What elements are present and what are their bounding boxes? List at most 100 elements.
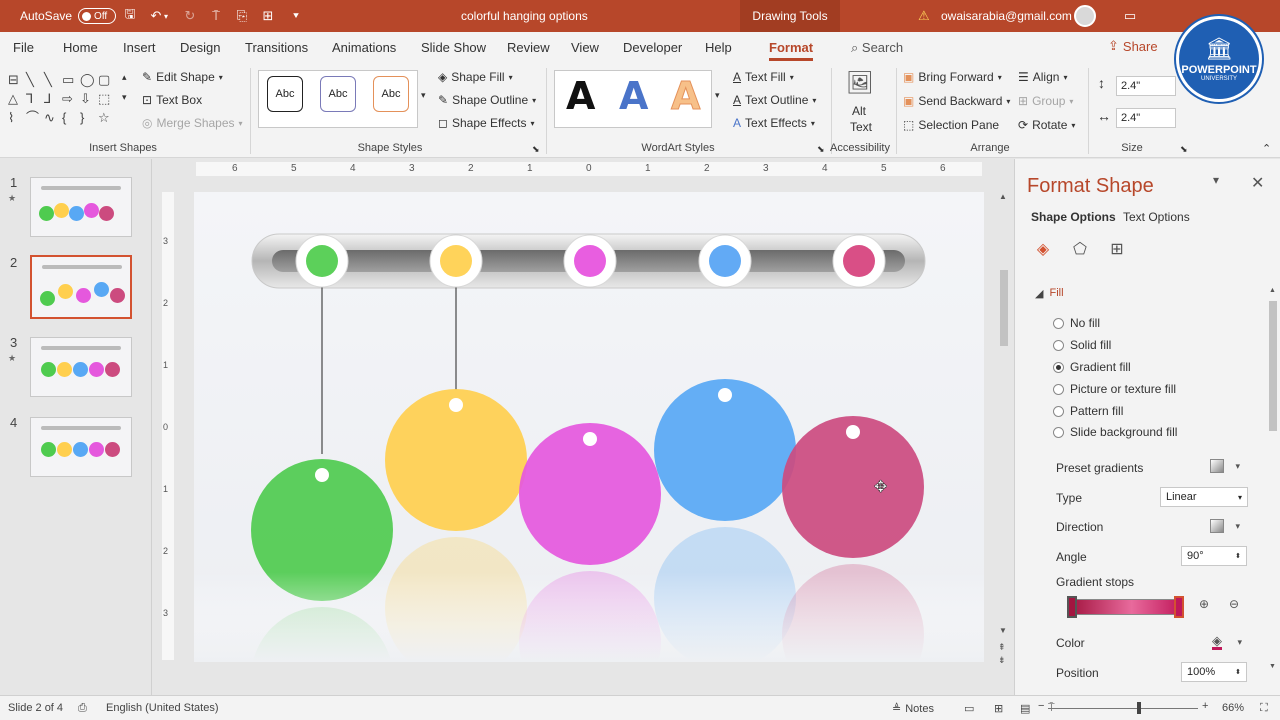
add-gradient-stop-icon[interactable]: ⊕ xyxy=(1199,597,1219,617)
tab-transitions[interactable]: Transitions xyxy=(245,40,308,55)
edit-shape-button[interactable]: ✎ Edit Shape ▾ xyxy=(142,70,223,84)
scroll-down-icon[interactable]: ▼ xyxy=(999,626,1007,635)
pane-scroll-thumb[interactable] xyxy=(1269,301,1277,431)
bring-forward-button[interactable]: ▣ Bring Forward ▾ xyxy=(903,70,1002,84)
fill-option-gradient[interactable]: Gradient fill xyxy=(1053,360,1131,374)
selection-pane-button[interactable]: ⬚ Selection Pane xyxy=(903,118,999,132)
text-box-button[interactable]: ⊡ Text Box xyxy=(142,93,202,107)
wordart-style-black[interactable]: A xyxy=(566,74,595,118)
alt-text-label-2[interactable]: Text xyxy=(850,120,872,134)
previous-slide-icon[interactable]: ⇞ xyxy=(998,642,1006,653)
preset-gradients-dropdown[interactable]: ▾ xyxy=(1207,455,1243,477)
tab-design[interactable]: Design xyxy=(180,40,220,55)
tab-file[interactable]: File xyxy=(13,40,34,55)
close-icon[interactable]: ✕ xyxy=(1251,173,1264,193)
tab-format[interactable]: Format xyxy=(769,40,814,61)
shape-style-3[interactable]: Abc xyxy=(373,76,409,112)
fill-option-pattern[interactable]: Pattern fill xyxy=(1053,404,1123,418)
customize-qat-icon[interactable]: ⯆ xyxy=(292,0,300,32)
shape-outline-button[interactable]: ✎ Shape Outline ▾ xyxy=(438,93,536,107)
pane-scrollbar[interactable]: ▲ ▼ xyxy=(1267,287,1279,679)
tab-insert[interactable]: Insert xyxy=(123,40,156,55)
slide-vertical-scrollbar[interactable]: ▲ ▼ ⇞ ⇟ xyxy=(998,192,1010,665)
vertical-ruler[interactable]: 3 2 1 0 1 2 3 xyxy=(162,192,174,660)
tab-review[interactable]: Review xyxy=(507,40,550,55)
wordart-style-blue[interactable]: A xyxy=(619,74,648,118)
text-fill-button[interactable]: A Text Fill ▾ xyxy=(733,70,794,84)
shape-effects-button[interactable]: ◻ Shape Effects ▾ xyxy=(438,116,534,130)
shape-style-2[interactable]: Abc xyxy=(320,76,356,112)
group-button[interactable]: ⊞ Group ▾ xyxy=(1018,94,1073,108)
tab-help[interactable]: Help xyxy=(705,40,732,55)
wordart-more-icon[interactable]: ▾ xyxy=(715,90,720,101)
merge-shapes-button[interactable]: ◎ Merge Shapes ▾ xyxy=(142,116,243,130)
text-outline-button[interactable]: A Text Outline ▾ xyxy=(733,93,816,107)
slide-thumbnail-2[interactable] xyxy=(30,255,132,319)
horizontal-ruler[interactable]: 6 5 4 3 2 1 0 1 2 3 4 5 6 xyxy=(196,162,982,176)
color-picker-button[interactable]: ◈ ▾ xyxy=(1209,631,1245,653)
reading-view-icon[interactable]: ▤ xyxy=(1020,702,1030,715)
shape-styles-more-icon[interactable]: ▾ xyxy=(421,90,426,101)
ribbon-display-icon[interactable]: ▭ xyxy=(1122,0,1138,32)
alt-text-label-1[interactable]: Alt xyxy=(852,104,866,118)
present-icon[interactable]: ⍑ xyxy=(208,0,224,32)
normal-view-icon[interactable]: ▭ xyxy=(964,702,974,715)
size-launcher-icon[interactable]: ⬊ xyxy=(1180,144,1188,155)
undo-icon[interactable]: ↶ ▾ xyxy=(148,0,168,32)
rotate-button[interactable]: ⟳ Rotate ▾ xyxy=(1018,118,1075,132)
avatar[interactable] xyxy=(1074,0,1096,32)
pane-scroll-up-icon[interactable]: ▲ xyxy=(1269,287,1276,294)
fill-option-no-fill[interactable]: No fill xyxy=(1053,316,1100,330)
slide-canvas[interactable]: ✥ xyxy=(194,192,984,662)
wordart-style-orange[interactable]: A xyxy=(670,74,700,119)
alt-text-icon[interactable]: 🖼 xyxy=(846,70,874,96)
account-email[interactable]: owaisarabia@gmail.com xyxy=(941,0,1072,32)
height-input[interactable]: 2.4" xyxy=(1116,76,1176,96)
gradient-stops-bar[interactable] xyxy=(1069,599,1183,615)
position-input[interactable]: 100% ⬍ xyxy=(1181,662,1247,682)
tab-slide-show[interactable]: Slide Show xyxy=(421,40,486,55)
type-dropdown[interactable]: Linear ▾ xyxy=(1160,487,1248,507)
zoom-slider[interactable] xyxy=(1048,708,1198,709)
save-icon[interactable]: 🖫 xyxy=(122,0,138,32)
align-button[interactable]: ☰ Align ▾ xyxy=(1018,70,1067,84)
fill-section-header[interactable]: ◢ Fill xyxy=(1035,287,1064,300)
new-icon[interactable]: ⊞ xyxy=(260,0,276,32)
tab-text-options[interactable]: Text Options xyxy=(1123,210,1190,224)
fill-option-picture[interactable]: Picture or texture fill xyxy=(1053,382,1176,396)
size-properties-icon[interactable]: ⊞ xyxy=(1107,239,1127,259)
direction-dropdown[interactable]: ▾ xyxy=(1207,515,1243,537)
effects-pentagon-icon[interactable]: ⬠ xyxy=(1070,239,1090,259)
shapes-scroll-icon[interactable]: ▴ xyxy=(122,72,127,83)
next-slide-icon[interactable]: ⇟ xyxy=(998,655,1006,666)
shapes-scroll-down-icon[interactable]: ▾ xyxy=(122,92,127,103)
autosave-toggle[interactable]: Off xyxy=(78,8,117,24)
collapse-ribbon-icon[interactable]: ⌃ xyxy=(1262,142,1271,155)
pane-scroll-down-icon[interactable]: ▼ xyxy=(1269,663,1276,670)
fill-option-solid[interactable]: Solid fill xyxy=(1053,338,1111,352)
slide-thumbnail-4[interactable] xyxy=(30,417,132,477)
zoom-slider-thumb[interactable] xyxy=(1137,702,1141,714)
spellcheck-icon[interactable]: ⎙ xyxy=(78,702,87,715)
gradient-stop-2[interactable] xyxy=(1174,596,1184,618)
tab-view[interactable]: View xyxy=(571,40,599,55)
remove-gradient-stop-icon[interactable]: ⊖ xyxy=(1229,597,1249,617)
share-button[interactable]: ⇪ Share xyxy=(1108,38,1158,54)
scroll-thumb[interactable] xyxy=(1000,270,1008,346)
width-input[interactable]: 2.4" xyxy=(1116,108,1176,128)
slide-sorter-icon[interactable]: ⊞ xyxy=(994,702,1003,715)
tab-shape-options[interactable]: Shape Options xyxy=(1031,210,1116,224)
shape-styles-launcher-icon[interactable]: ⬊ xyxy=(532,144,540,155)
search-box[interactable]: ⌕ Search xyxy=(851,40,903,56)
slide-thumbnail-1[interactable] xyxy=(30,177,132,237)
shape-fill-button[interactable]: ◈ Shape Fill ▾ xyxy=(438,70,513,84)
autosave[interactable]: AutoSave Off xyxy=(20,0,117,32)
tab-home[interactable]: Home xyxy=(63,40,98,55)
fill-line-icon[interactable]: ◈ xyxy=(1033,239,1053,259)
fit-to-window-icon[interactable]: ⛶ xyxy=(1260,702,1268,715)
pane-options-icon[interactable]: ▾ xyxy=(1213,173,1219,187)
send-backward-button[interactable]: ▣ Send Backward ▾ xyxy=(903,94,1010,108)
scroll-up-icon[interactable]: ▲ xyxy=(999,192,1007,201)
slide-thumbnail-3[interactable] xyxy=(30,337,132,397)
zoom-in-icon[interactable]: + xyxy=(1202,700,1208,712)
